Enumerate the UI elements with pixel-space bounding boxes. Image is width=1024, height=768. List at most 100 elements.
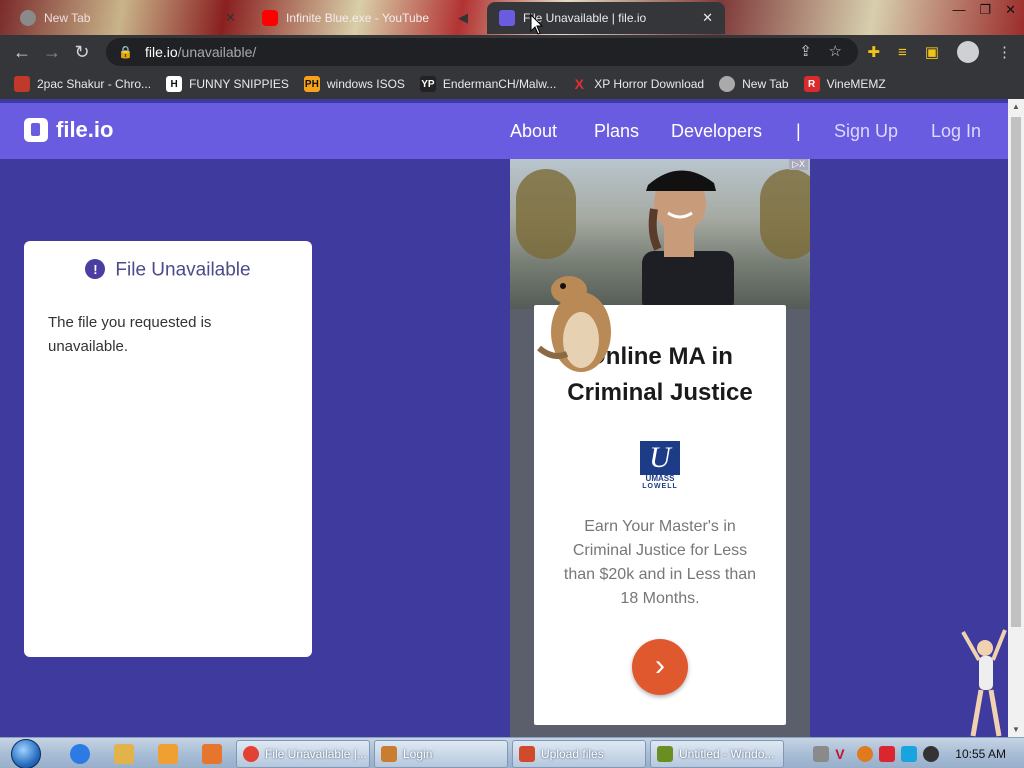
- network-tray-icon[interactable]: [813, 745, 830, 762]
- reload-icon[interactable]: ↻: [67, 37, 97, 67]
- window-controls: — ❐ ✕: [952, 2, 1016, 18]
- scroll-thumb[interactable]: [1011, 117, 1021, 627]
- umass-logo-mark: U: [640, 441, 680, 475]
- scroll-up-icon[interactable]: ▲: [1012, 102, 1020, 111]
- ad-title-line: Criminal Justice: [567, 379, 753, 406]
- app-launcher-icon[interactable]: [202, 744, 222, 764]
- new-tab-icon: [20, 10, 36, 26]
- bookmark-item[interactable]: YP EndermanCH/Malw...: [419, 76, 556, 92]
- folder-icon[interactable]: [114, 744, 134, 764]
- bookmark-star-icon[interactable]: ☆: [829, 42, 842, 60]
- profile-avatar-icon[interactable]: [957, 41, 979, 63]
- media-player-icon[interactable]: [158, 744, 178, 764]
- search-tray-icon[interactable]: [857, 745, 874, 762]
- x-site-icon: X: [574, 76, 584, 92]
- bookmark-item[interactable]: X XP Horror Download: [571, 76, 705, 92]
- close-tab-icon[interactable]: ✕: [225, 10, 236, 26]
- system-tray: V 10:55 AM: [813, 738, 1024, 768]
- browser-tab-active[interactable]: File Unavailable | file.io ✕: [487, 2, 725, 34]
- ad-description: Earn Your Master's in Criminal Justice f…: [563, 518, 757, 607]
- browser-tab[interactable]: New Tab ✕: [8, 2, 248, 34]
- flag-tray-icon[interactable]: [879, 745, 896, 762]
- audio-icon[interactable]: ◀: [458, 10, 468, 26]
- bookmark-item[interactable]: New Tab: [719, 76, 789, 92]
- nav-plans[interactable]: Plans: [594, 121, 639, 142]
- taskbar-window-button[interactable]: File Unavailable |...: [236, 740, 370, 768]
- nav-sign-up[interactable]: Sign Up: [834, 121, 898, 142]
- bookmark-item[interactable]: PH windows ISOS: [303, 76, 405, 92]
- logo-text: file.io: [56, 117, 114, 142]
- display-tray-icon[interactable]: [901, 745, 918, 762]
- error-card-header: ! File Unavailable: [24, 259, 312, 282]
- minimize-icon[interactable]: —: [952, 2, 965, 18]
- adchoices-icon[interactable]: ▷X: [789, 159, 808, 170]
- page-viewport: file.io About Plans Developers | Sign Up…: [0, 99, 1008, 737]
- nav-developers[interactable]: Developers: [671, 121, 762, 142]
- extensions-area: ✚ ≡ ▣ ⋮: [867, 35, 1012, 69]
- error-message: The file you requested is unavailable.: [48, 314, 212, 355]
- dancer-overlay-icon: [961, 629, 1007, 737]
- paint-app-icon: [657, 746, 673, 762]
- advertisement[interactable]: ▷X Online MA in Criminal Justice U UMASS…: [510, 159, 810, 737]
- nav-about[interactable]: About: [510, 121, 557, 142]
- address-bar[interactable]: 🔒 file.io/unavailable/ ⇪ ☆: [106, 38, 858, 66]
- lock-icon: 🔒: [118, 45, 133, 59]
- taskbar-window-label: Login: [403, 747, 433, 761]
- bookmark-label: windows ISOS: [326, 77, 405, 91]
- chrome-icon: [243, 746, 259, 762]
- browser-tab-strip: New Tab ✕ Infinite Blue.exe - YouTube ◀ …: [0, 0, 1024, 35]
- extensions-icon[interactable]: ✚: [867, 43, 880, 61]
- login-app-icon: [381, 746, 397, 762]
- close-window-icon[interactable]: ✕: [1005, 2, 1016, 18]
- bookmark-item[interactable]: R VineMEMZ: [803, 76, 886, 92]
- bookmark-label: FUNNY SNIPPIES: [189, 77, 289, 91]
- bookmark-label: VineMEMZ: [826, 77, 886, 91]
- h-site-icon: H: [166, 76, 183, 92]
- taskbar-clock[interactable]: 10:55 AM: [955, 747, 1006, 761]
- ph-site-icon: PH: [303, 76, 320, 92]
- volume-tray-icon[interactable]: [923, 745, 940, 762]
- bookmarks-bar: 2pac Shakur - Chro... H FUNNY SNIPPIES P…: [0, 69, 1024, 99]
- nav-log-in[interactable]: Log In: [931, 121, 981, 142]
- taskbar-window-button[interactable]: Untitled - Windo...: [650, 740, 784, 768]
- bookmark-item[interactable]: 2pac Shakur - Chro...: [14, 76, 151, 92]
- start-button[interactable]: [9, 738, 43, 768]
- taskbar-window-label: Untitled - Windo...: [679, 747, 775, 761]
- browser-toolbar: ← → ↻ 🔒 file.io/unavailable/ ⇪ ☆ ✚ ≡ ▣ ⋮: [0, 35, 1024, 69]
- ad-cta-button[interactable]: ›: [632, 639, 688, 695]
- bookmark-item[interactable]: H FUNNY SNIPPIES: [166, 76, 289, 92]
- fileio-logo[interactable]: file.io: [24, 117, 113, 143]
- url-host: file.io: [144, 44, 178, 60]
- yp-site-icon: YP: [419, 76, 436, 92]
- tab-title: Infinite Blue.exe - YouTube: [286, 11, 429, 25]
- windows-taskbar: File Unavailable |... Login Upload files…: [0, 737, 1024, 768]
- officer-photo: [642, 170, 734, 313]
- taskbar-window-button[interactable]: Upload files: [512, 740, 646, 768]
- back-icon[interactable]: ←: [7, 37, 37, 67]
- close-tab-icon[interactable]: ✕: [702, 10, 713, 26]
- bookmark-label: 2pac Shakur - Chro...: [37, 77, 152, 91]
- logo-text-bottom: LOWELL: [642, 483, 678, 490]
- mouse-cursor-icon: [530, 14, 544, 35]
- fileio-favicon-icon: [499, 10, 515, 26]
- sidepanel-icon[interactable]: ▣: [925, 43, 939, 61]
- maximize-icon[interactable]: ❐: [979, 2, 991, 18]
- share-icon[interactable]: ⇪: [799, 42, 812, 60]
- r-site-icon: R: [803, 76, 820, 92]
- logo-text-top: UMASS: [645, 474, 675, 483]
- forward-icon[interactable]: →: [37, 37, 67, 67]
- site-header: file.io About Plans Developers | Sign Up…: [0, 103, 1008, 159]
- browser-tab[interactable]: Infinite Blue.exe - YouTube ◀: [250, 2, 480, 34]
- alert-icon: !: [85, 259, 106, 279]
- antivirus-tray-icon[interactable]: V: [835, 746, 851, 762]
- scroll-down-icon[interactable]: ▼: [1012, 725, 1020, 734]
- menu-icon[interactable]: ⋮: [997, 43, 1012, 61]
- bookmark-icon: [14, 76, 30, 92]
- taskbar-window-button[interactable]: Login: [374, 740, 508, 768]
- youtube-icon: [262, 10, 278, 26]
- umass-lowell-logo: U UMASS LOWELL: [640, 441, 680, 490]
- fileio-logo-icon: [24, 118, 48, 142]
- url-path: /unavailable/: [177, 44, 257, 60]
- media-icon[interactable]: ≡: [898, 44, 907, 61]
- internet-explorer-icon[interactable]: [70, 744, 90, 764]
